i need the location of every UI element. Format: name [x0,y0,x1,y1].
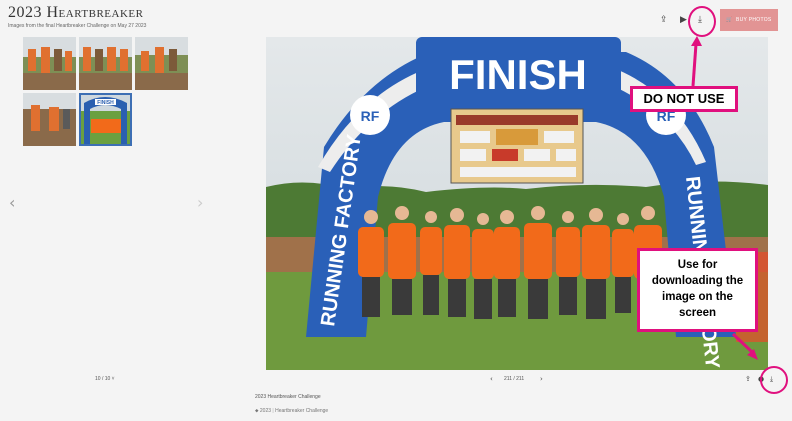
photo-caption: 2023 Heartbreaker Challenge [255,394,321,400]
do-not-use-callout: DO NOT USE [630,86,738,112]
photo-tags: ⬥ 2023 | Heartbreaker Challenge [255,408,328,414]
tag-event[interactable]: Heartbreaker Challenge [275,408,328,414]
annotation-arrows [691,36,758,360]
share-icon[interactable]: ⇪ [745,375,751,383]
prev-photo-icon[interactable]: ‹ [490,375,493,383]
tag-icon: ⬥ [255,408,259,414]
download-usage-callout: Use for downloading the image on the scr… [637,248,758,332]
arrow-line-up [691,43,698,87]
highlight-circle-bottom [760,366,788,394]
tag-year[interactable]: 2023 [260,408,271,414]
photo-pager: 211 / 211 [504,376,525,382]
tag-separator: | [272,408,274,414]
arrow-line-down [731,332,754,354]
arrow-head-up [691,36,702,46]
next-photo-icon[interactable]: › [540,375,543,383]
